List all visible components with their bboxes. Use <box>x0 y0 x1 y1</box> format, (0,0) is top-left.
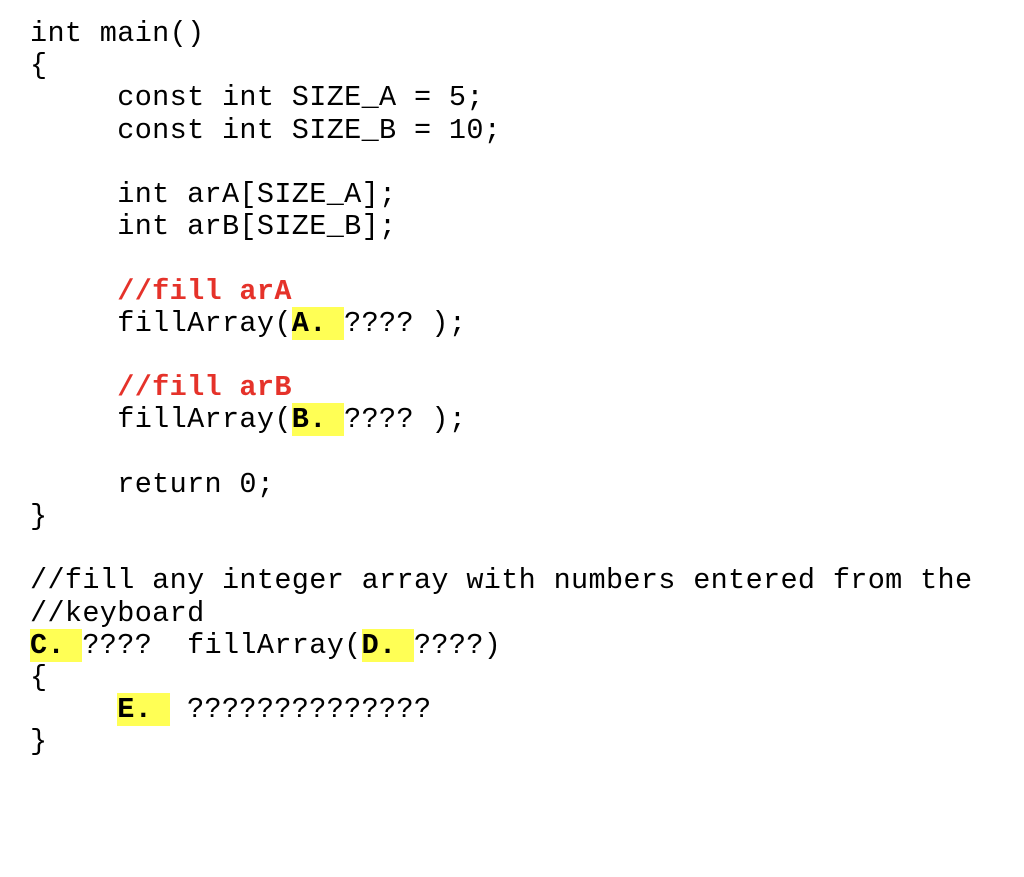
blank-label-highlight: C. <box>30 628 83 662</box>
code-line: { <box>30 660 972 694</box>
code-text: //keyboard <box>30 596 205 630</box>
code-text: int main() <box>30 17 205 50</box>
code-text: fillArray( <box>30 306 292 340</box>
blank-label-highlight: D. <box>361 628 414 662</box>
code-text: fillArray( <box>30 403 292 437</box>
code-text: { <box>30 660 48 694</box>
code-text: return 0; <box>30 467 275 501</box>
code-line: //fill any integer array with numbers en… <box>30 565 972 597</box>
code-comment: //fill arB <box>117 371 292 405</box>
code-text: const int SIZE_B = 10; <box>30 113 502 147</box>
code-line: } <box>30 499 972 533</box>
code-line: //fill arA <box>30 274 972 308</box>
code-line: E. ?????????????? <box>30 693 972 727</box>
code-listing: int main(){ const int SIZE_A = 5; const … <box>30 17 972 759</box>
code-line: int arB[SIZE_B]; <box>30 211 972 243</box>
blank-label-highlight: A. <box>291 306 345 340</box>
code-line: //keyboard <box>30 596 972 630</box>
code-text: ????) <box>413 628 502 662</box>
code-comment: //fill arA <box>117 274 292 308</box>
code-text: } <box>30 499 48 533</box>
code-line: C. ???? fillArray(D. ????) <box>30 628 972 662</box>
code-line: { <box>30 50 972 82</box>
code-text: { <box>30 49 48 83</box>
code-line: const int SIZE_A = 5; <box>30 82 972 114</box>
blank-label-highlight: B. <box>291 403 345 437</box>
code-text: ???? ); <box>344 306 467 340</box>
code-line: int arA[SIZE_A]; <box>30 178 972 211</box>
code-text: int arB[SIZE_B]; <box>30 210 397 244</box>
code-text: int arA[SIZE_A]; <box>30 178 397 211</box>
code-line: fillArray(B. ???? ); <box>30 403 972 437</box>
code-line: } <box>30 726 972 758</box>
code-text: ???? fillArray( <box>82 628 362 662</box>
code-line: const int SIZE_B = 10; <box>30 113 972 147</box>
code-text: } <box>30 725 48 759</box>
code-line: fillArray(A. ???? ); <box>30 306 972 340</box>
code-line: //fill arB <box>30 372 972 404</box>
code-text: const int SIZE_A = 5; <box>30 81 484 115</box>
code-line: int main() <box>30 17 972 50</box>
code-text: ???? ); <box>344 403 467 437</box>
code-text: ?????????????? <box>169 693 432 727</box>
code-line: return 0; <box>30 467 972 501</box>
code-text: //fill any integer array with numbers en… <box>30 564 973 598</box>
blank-label-highlight: E. <box>117 693 170 727</box>
